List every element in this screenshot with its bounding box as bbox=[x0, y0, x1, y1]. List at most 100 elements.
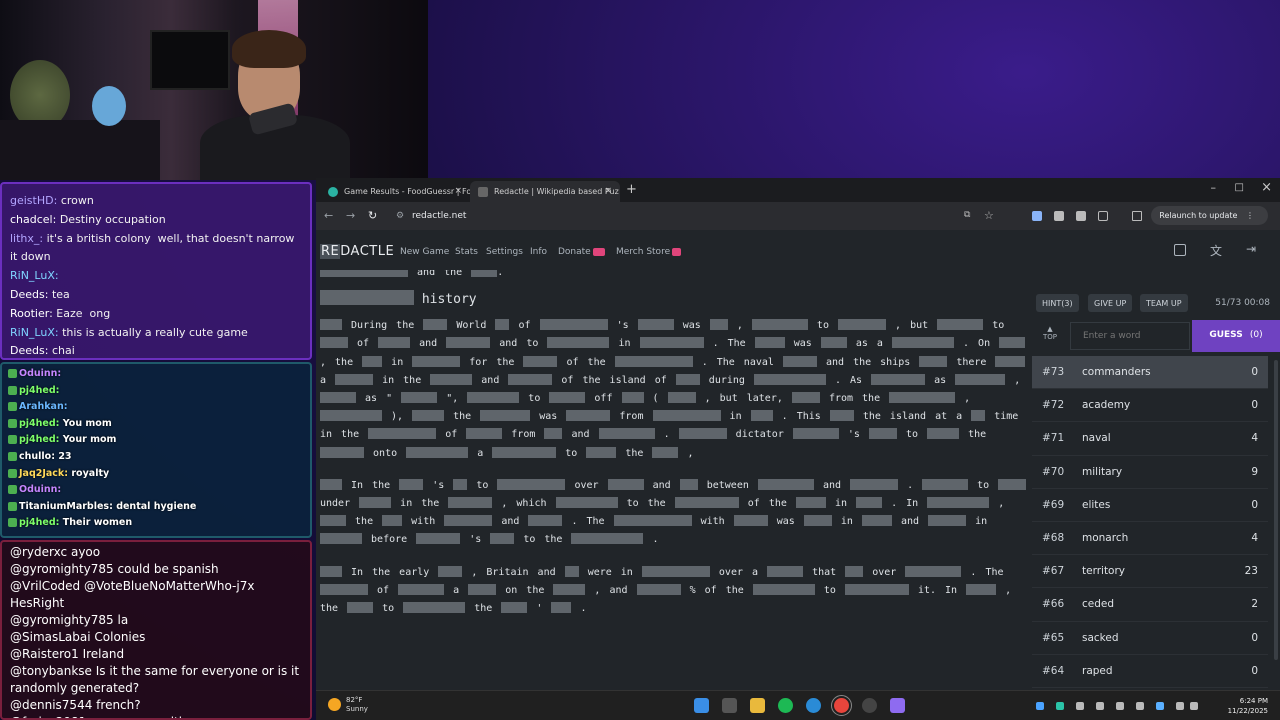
redacted-word[interactable] bbox=[448, 497, 493, 509]
redacted-word[interactable] bbox=[490, 533, 515, 545]
file-explorer-icon[interactable] bbox=[750, 698, 765, 713]
redacted-word[interactable] bbox=[416, 533, 461, 545]
chat-username[interactable]: pj4hed: bbox=[19, 434, 59, 445]
redacted-word[interactable] bbox=[320, 478, 342, 490]
redacted-word[interactable] bbox=[844, 583, 909, 595]
redacted-word[interactable] bbox=[398, 583, 445, 595]
guess-row[interactable]: #69 elites 0 bbox=[1032, 489, 1268, 522]
extension-icon[interactable] bbox=[1054, 211, 1064, 221]
chat-username[interactable]: lithx_: bbox=[10, 232, 43, 245]
chat-username[interactable]: @SimasLabai bbox=[10, 630, 91, 644]
redacted-word[interactable] bbox=[320, 515, 346, 527]
install-app-icon[interactable]: ⧉ bbox=[964, 210, 970, 220]
close-icon[interactable]: × bbox=[454, 186, 462, 196]
redacted-word[interactable] bbox=[320, 565, 342, 577]
bookmark-star-icon[interactable]: ☆ bbox=[984, 209, 994, 222]
redacted-word[interactable] bbox=[412, 410, 445, 422]
site-info-icon[interactable]: ⚙ bbox=[396, 211, 404, 221]
redacted-word[interactable] bbox=[750, 410, 773, 422]
redacted-word[interactable] bbox=[382, 515, 403, 527]
chat-username[interactable]: TitaniumMarbles: bbox=[19, 501, 113, 512]
site-logo[interactable]: REDACTLE bbox=[320, 244, 394, 259]
redacted-word[interactable] bbox=[845, 565, 864, 577]
redacted-word[interactable] bbox=[850, 478, 899, 490]
redacted-word[interactable] bbox=[320, 290, 414, 306]
redacted-word[interactable] bbox=[753, 373, 826, 385]
relaunch-button[interactable]: Relaunch to update ⋮ bbox=[1151, 206, 1268, 225]
redacted-word[interactable] bbox=[453, 478, 468, 490]
redacted-word[interactable] bbox=[378, 337, 411, 349]
redacted-word[interactable] bbox=[467, 392, 520, 404]
redacted-word[interactable] bbox=[751, 319, 808, 331]
chat-username[interactable]: pj4hed: bbox=[19, 517, 59, 528]
redacted-word[interactable] bbox=[607, 478, 644, 490]
redacted-word[interactable] bbox=[966, 583, 997, 595]
chat-username[interactable]: pj4hed: bbox=[19, 418, 59, 429]
redacted-word[interactable] bbox=[399, 478, 424, 490]
redacted-word[interactable] bbox=[791, 392, 820, 404]
minimize-button[interactable]: – bbox=[1211, 181, 1217, 194]
guess-row[interactable]: #72 academy 0 bbox=[1032, 389, 1268, 423]
redacted-word[interactable] bbox=[598, 428, 655, 440]
redacted-word[interactable] bbox=[679, 478, 698, 490]
guess-row[interactable]: #65 sacked 0 bbox=[1032, 622, 1268, 655]
logout-icon[interactable]: ⇥ bbox=[1246, 242, 1256, 256]
redacted-word[interactable] bbox=[471, 270, 498, 277]
team-up-button[interactable]: TEAM UP bbox=[1140, 294, 1188, 312]
redacted-word[interactable] bbox=[795, 497, 826, 509]
redacted-word[interactable] bbox=[767, 565, 804, 577]
redacted-word[interactable] bbox=[733, 515, 768, 527]
tray-icon[interactable] bbox=[1056, 702, 1064, 710]
redacted-word[interactable] bbox=[955, 373, 1006, 385]
address-bar[interactable]: ⚙ redactle.net ☆ ⧉ bbox=[388, 206, 1008, 226]
redacted-word[interactable] bbox=[501, 602, 528, 614]
chrome-icon[interactable] bbox=[831, 695, 852, 716]
tray-icon[interactable] bbox=[1076, 702, 1084, 710]
redacted-word[interactable] bbox=[674, 497, 739, 509]
redacted-word[interactable] bbox=[523, 355, 558, 367]
redacted-word[interactable] bbox=[320, 446, 364, 458]
redacted-word[interactable] bbox=[430, 373, 473, 385]
redacted-word[interactable] bbox=[466, 428, 503, 440]
redacted-word[interactable] bbox=[927, 428, 960, 440]
maximize-button[interactable]: □ bbox=[1235, 182, 1244, 193]
redacted-word[interactable] bbox=[613, 515, 692, 527]
chat-username[interactable]: @tonybankse bbox=[10, 664, 92, 678]
redacted-word[interactable] bbox=[320, 392, 356, 404]
redacted-word[interactable] bbox=[752, 583, 815, 595]
guess-row[interactable]: #67 territory 23 bbox=[1032, 555, 1268, 589]
nav-settings[interactable]: Settings bbox=[486, 247, 523, 257]
volume-icon[interactable] bbox=[1190, 702, 1198, 710]
redacted-word[interactable] bbox=[919, 355, 948, 367]
edge-icon[interactable] bbox=[806, 698, 821, 713]
back-icon[interactable]: ← bbox=[324, 209, 333, 222]
app-icon[interactable] bbox=[890, 698, 905, 713]
chat-username[interactable]: Arahkan: bbox=[19, 401, 68, 412]
hint-button[interactable]: HINT(3) bbox=[1036, 294, 1079, 312]
redacted-word[interactable] bbox=[937, 319, 984, 331]
redacted-word[interactable] bbox=[359, 497, 392, 509]
redacted-word[interactable] bbox=[468, 583, 497, 595]
chat-username[interactable]: RiN_LuX: bbox=[10, 269, 59, 282]
redacted-word[interactable] bbox=[641, 565, 710, 577]
tray-icon[interactable] bbox=[1036, 702, 1044, 710]
redacted-word[interactable] bbox=[555, 497, 618, 509]
redacted-word[interactable] bbox=[891, 337, 954, 349]
chat-username[interactable]: @dennis7544 bbox=[10, 698, 92, 712]
chat-username[interactable]: Deeds: bbox=[10, 288, 48, 301]
tray-icon[interactable] bbox=[1136, 702, 1144, 710]
redacted-word[interactable] bbox=[492, 446, 557, 458]
redacted-word[interactable] bbox=[922, 478, 969, 490]
chat-username[interactable]: @Raistero1 bbox=[10, 647, 79, 661]
redacted-word[interactable] bbox=[347, 602, 374, 614]
extensions-puzzle-icon[interactable] bbox=[1098, 211, 1108, 221]
redacted-word[interactable] bbox=[495, 319, 510, 331]
obs-icon[interactable] bbox=[862, 698, 877, 713]
chat-username[interactable]: chullo: bbox=[19, 451, 55, 462]
guess-scrollbar[interactable] bbox=[1274, 360, 1278, 660]
redacted-word[interactable] bbox=[539, 319, 608, 331]
redacted-word[interactable] bbox=[782, 355, 817, 367]
forward-icon[interactable]: → bbox=[346, 209, 355, 222]
redacted-word[interactable] bbox=[803, 515, 832, 527]
redacted-word[interactable] bbox=[335, 373, 374, 385]
